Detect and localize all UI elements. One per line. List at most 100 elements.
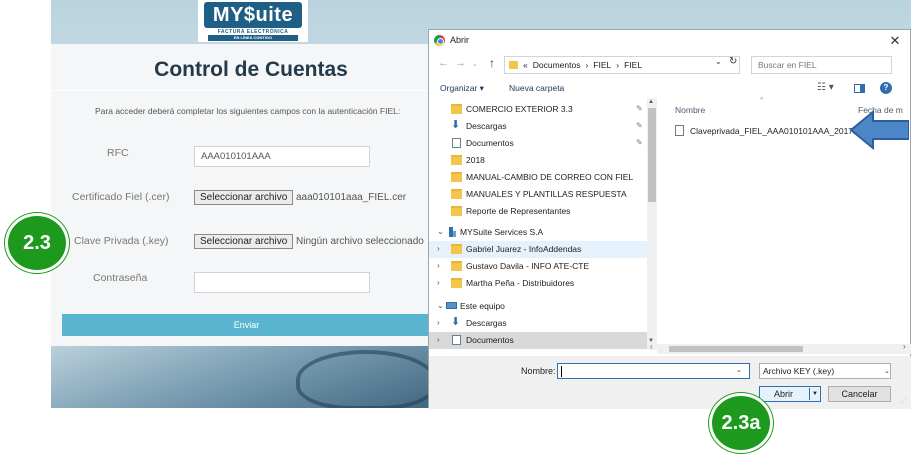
key-select-file-button[interactable]: Seleccionar archivo <box>194 234 294 249</box>
breadcrumb-fiel-current[interactable]: FIEL <box>624 60 642 70</box>
breadcrumb-documentos[interactable]: Documentos <box>533 60 581 70</box>
documents-icon <box>452 138 461 148</box>
resize-grip-icon[interactable]: ⋰ <box>901 397 907 404</box>
folder-icon <box>451 278 462 288</box>
recent-chevron-icon[interactable]: ⌄ <box>472 60 478 68</box>
dialog-toolbar: Organizar ▾ Nueva carpeta ☷ ▾ ? <box>429 79 911 97</box>
open-button[interactable]: Abrir ▼ <box>759 386 821 402</box>
tree-item-label: Documentos <box>466 138 514 148</box>
callout-badge-2-3a: 2.3a <box>709 393 773 453</box>
tree-item-label: 2018 <box>466 155 485 165</box>
breadcrumb-fiel[interactable]: FIEL <box>593 60 611 70</box>
chevron-right-icon[interactable]: › <box>437 261 440 270</box>
key-label: Clave Privada (.key) <box>74 235 169 247</box>
tree-item[interactable]: ⌄ MYSuite Services S.A <box>429 224 649 241</box>
chevron-right-icon[interactable]: › <box>437 244 440 253</box>
address-dropdown-icon[interactable]: ⌄ <box>715 57 722 66</box>
filename-input[interactable] <box>557 363 750 379</box>
refresh-icon[interactable]: ↻ <box>729 56 737 67</box>
organize-menu[interactable]: Organizar ▾ <box>440 83 484 94</box>
title-divider <box>51 90 431 91</box>
tree-item[interactable]: 2018 <box>429 152 649 169</box>
cancel-button[interactable]: Cancelar <box>828 386 891 402</box>
tree-item-label: Documentos <box>466 335 514 345</box>
building-icon <box>447 227 458 237</box>
text-caret <box>561 366 562 377</box>
tree-item[interactable]: MANUAL-CAMBIO DE CORREO CON FIEL <box>429 169 649 186</box>
page-title: Control de Cuentas <box>154 58 348 81</box>
tree-item[interactable]: › Martha Peña - Distribuidores <box>429 275 649 292</box>
filetype-select[interactable]: Archivo KEY (.key) ⌄ <box>759 363 891 379</box>
logo-subtitle: EN LÍNEA CONTIGO <box>208 35 298 41</box>
filename-dropdown-icon[interactable]: ⌄ <box>736 366 742 374</box>
tree-item[interactable]: COMERCIO EXTERIOR 3.3 ✎ <box>429 101 649 118</box>
tree-item[interactable]: Descargas ✎ <box>429 118 649 135</box>
scroll-left-icon[interactable]: ‹ <box>650 342 653 351</box>
view-options-icon[interactable]: ☷ ▾ <box>817 82 834 93</box>
tree-item[interactable]: ⌄ Este equipo <box>429 298 649 315</box>
breadcrumb-overflow[interactable]: « <box>523 60 528 70</box>
tree-item[interactable]: Reporte de Representantes <box>429 203 649 220</box>
preview-pane-icon[interactable] <box>854 84 865 93</box>
chevron-down-icon[interactable]: ⌄ <box>437 227 444 236</box>
open-dropdown-icon[interactable]: ▼ <box>809 388 820 400</box>
open-file-dialog: Abrir ✕ ← → ⌄ ↑ « Documentos › FIEL › FIEL ⌄ … <box>428 29 911 409</box>
tree-item-label: MANUALES Y PLANTILLAS RESPUESTA <box>466 189 627 199</box>
cer-select-file-button[interactable]: Seleccionar archivo <box>194 190 294 205</box>
tree-item-label: Este equipo <box>460 301 505 311</box>
tree-item[interactable]: Documentos ✎ <box>429 135 649 152</box>
filelist-hscroll-thumb[interactable] <box>669 346 803 352</box>
help-icon[interactable]: ? <box>880 82 892 94</box>
cer-label: Certificado Fiel (.cer) <box>72 191 170 203</box>
rfc-label: RFC <box>107 147 129 159</box>
folder-icon <box>451 155 462 165</box>
tree-item-label: Descargas <box>466 318 507 328</box>
instructions-text: Para acceder deberá completar los siguie… <box>95 106 401 116</box>
tree-item[interactable]: › Gabriel Juarez - InfoAddendas <box>429 241 649 258</box>
tree-item-label: Descargas <box>466 121 507 131</box>
chevron-down-icon: ⌄ <box>884 368 890 375</box>
forward-arrow-icon[interactable]: → <box>455 57 466 69</box>
breadcrumb-separator: › <box>585 60 589 70</box>
new-folder-button[interactable]: Nueva carpeta <box>509 83 564 93</box>
file-icon <box>675 125 684 136</box>
download-icon <box>451 118 462 131</box>
navigation-bar: ← → ⌄ ↑ « Documentos › FIEL › FIEL ⌄ ↻ Buscar… <box>429 54 911 76</box>
close-icon[interactable]: ✕ <box>885 32 905 50</box>
password-input[interactable] <box>194 272 370 293</box>
tree-item-label: Gabriel Juarez - InfoAddendas <box>466 244 582 254</box>
search-input[interactable]: Buscar en FIEL <box>751 56 892 74</box>
sort-indicator-icon: ^ <box>760 97 764 104</box>
dialog-title: Abrir <box>450 35 470 45</box>
tree-item-label: Reporte de Representantes <box>466 206 571 216</box>
folder-icon <box>509 61 518 69</box>
chevron-right-icon[interactable]: › <box>437 278 440 287</box>
column-header-name[interactable]: Nombre <box>675 105 705 115</box>
open-button-label: Abrir <box>774 389 794 399</box>
tree-item[interactable]: › Descargas <box>429 315 649 332</box>
back-arrow-icon[interactable]: ← <box>438 57 449 69</box>
tree-item[interactable]: › Documentos <box>429 332 649 349</box>
address-bar[interactable]: « Documentos › FIEL › FIEL <box>504 56 740 74</box>
tree-item-label: MYSuite Services S.A <box>460 227 544 237</box>
scroll-up-icon[interactable]: ▲ <box>648 99 654 105</box>
filetype-value: Archivo KEY (.key) <box>763 366 835 376</box>
chrome-icon <box>434 35 445 46</box>
tree-item[interactable]: › Gustavo Davila - INFO ATE-CTE <box>429 258 649 275</box>
submit-button[interactable]: Enviar <box>62 314 431 336</box>
chevron-down-icon[interactable]: ⌄ <box>437 301 444 310</box>
screenshot-stage: MY$uite FACTURA ELECTRÓNICA EN LÍNEA CON… <box>0 0 911 455</box>
documents-icon <box>452 335 461 345</box>
folder-icon <box>451 104 462 114</box>
scroll-right-icon[interactable]: › <box>903 342 906 351</box>
rfc-input[interactable]: AAA010101AAA <box>194 146 370 167</box>
chevron-right-icon[interactable]: › <box>437 318 440 327</box>
key-file-name: Ningún archivo seleccionado <box>296 236 424 247</box>
up-arrow-icon[interactable]: ↑ <box>489 56 495 70</box>
file-name: Claveprivada_FIEL_AAA010101AAA_2017... <box>690 126 861 136</box>
navpane-scroll-thumb[interactable] <box>648 108 656 202</box>
dialog-titlebar: Abrir ✕ <box>429 30 911 52</box>
tree-item[interactable]: MANUALES Y PLANTILLAS RESPUESTA <box>429 186 649 203</box>
chevron-right-icon[interactable]: › <box>437 335 440 344</box>
cer-file-name: aaa010101aaa_FIEL.cer <box>296 192 407 203</box>
